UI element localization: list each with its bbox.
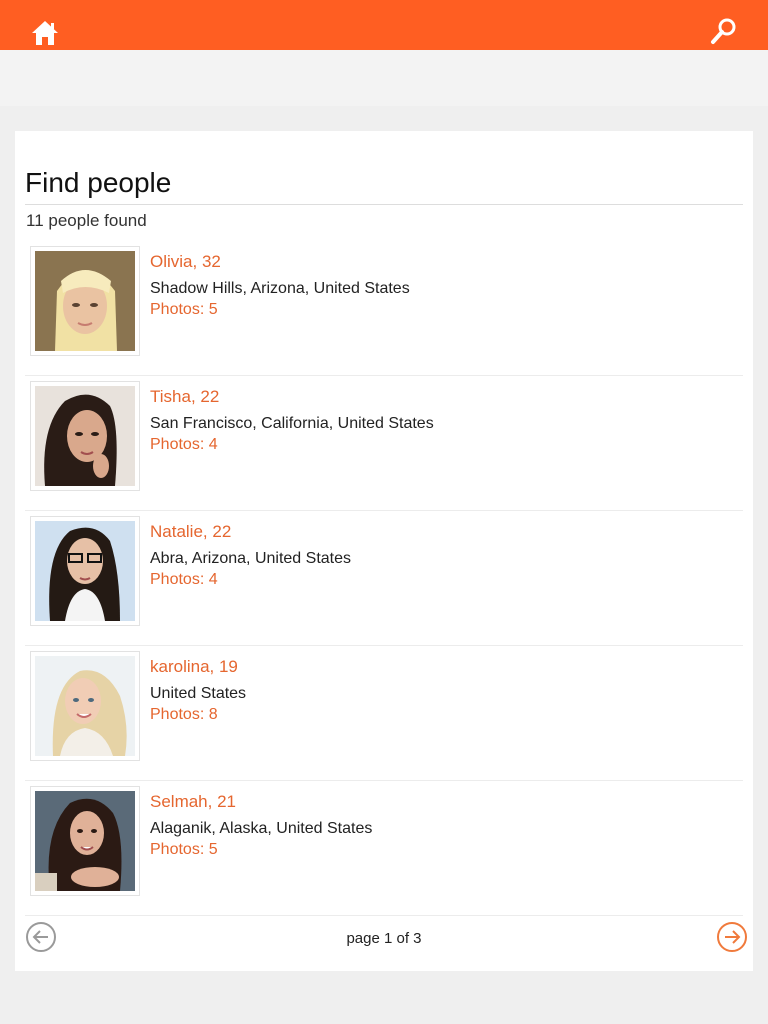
person-photo-count[interactable]: Photos: 4: [150, 571, 218, 589]
search-icon: [711, 18, 736, 44]
person-row[interactable]: Tisha, 22 San Francisco, California, Uni…: [25, 376, 743, 511]
person-row[interactable]: Olivia, 32 Shadow Hills, Arizona, United…: [25, 241, 743, 376]
portrait-image: [35, 521, 135, 621]
page-title: Find people: [25, 167, 172, 198]
person-photo-count[interactable]: Photos: 5: [150, 301, 218, 319]
search-button[interactable]: [710, 17, 738, 45]
person-row[interactable]: karolina, 19 United States Photos: 8: [25, 646, 743, 781]
person-name-link[interactable]: Natalie, 22: [150, 522, 231, 542]
person-photo-count[interactable]: Photos: 5: [150, 841, 218, 859]
people-list: Olivia, 32 Shadow Hills, Arizona, United…: [25, 241, 743, 916]
home-icon: [32, 21, 58, 45]
person-location: San Francisco, California, United States: [150, 415, 434, 432]
person-name-link[interactable]: karolina, 19: [150, 657, 238, 677]
person-photo[interactable]: [30, 381, 140, 491]
person-location: United States: [150, 685, 247, 702]
person-photo[interactable]: [30, 516, 140, 626]
portrait-image: [35, 386, 135, 486]
sub-bar: [0, 50, 768, 106]
results-panel: Find people 11 people found Olivia, 32 S…: [15, 131, 753, 971]
person-photo[interactable]: [30, 651, 140, 761]
arrow-right-circle-icon: [717, 922, 747, 952]
title-divider: [25, 204, 743, 205]
result-count: 11 people found: [26, 211, 147, 230]
person-photo-count[interactable]: Photos: 4: [150, 436, 218, 454]
home-button[interactable]: [31, 20, 59, 46]
page-indicator: page 1 of 3: [346, 930, 422, 947]
person-photo[interactable]: [30, 246, 140, 356]
person-row[interactable]: Natalie, 22 Abra, Arizona, United States…: [25, 511, 743, 646]
person-row[interactable]: Selmah, 21 Alaganik, Alaska, United Stat…: [25, 781, 743, 916]
person-location: Shadow Hills, Arizona, United States: [150, 280, 410, 297]
person-photo[interactable]: [30, 786, 140, 896]
portrait-image: [35, 791, 135, 891]
person-name-link[interactable]: Olivia, 32: [150, 252, 221, 272]
top-bar: [0, 0, 768, 50]
person-photo-count[interactable]: Photos: 8: [150, 706, 218, 724]
person-location: Abra, Arizona, United States: [150, 550, 351, 567]
person-location: Alaganik, Alaska, United States: [150, 820, 373, 837]
portrait-image: [35, 656, 135, 756]
person-name-link[interactable]: Selmah, 21: [150, 792, 236, 812]
pagination: page 1 of 3: [25, 921, 747, 953]
person-name-link[interactable]: Tisha, 22: [150, 387, 219, 407]
portrait-image: [35, 251, 135, 351]
next-page-button[interactable]: [716, 921, 748, 953]
